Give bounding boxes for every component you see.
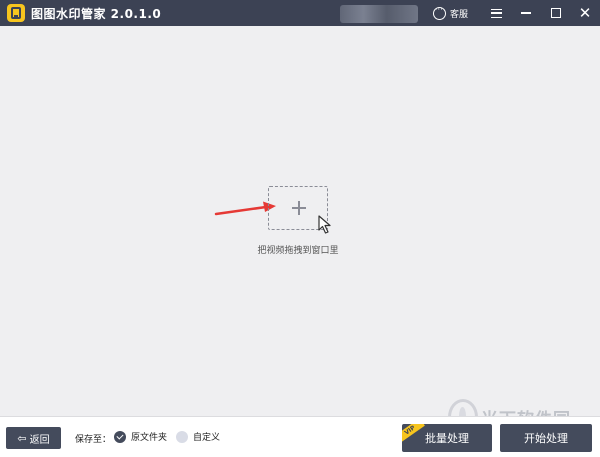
radio-original-folder-label: 原文件夹	[131, 433, 168, 443]
start-process-button[interactable]: 开始处理	[500, 424, 592, 452]
chat-bubble-icon	[433, 4, 446, 20]
menu-button[interactable]	[484, 0, 508, 26]
red-arrow-annotation	[214, 201, 276, 216]
drop-hint-text: 把视频拖拽到窗口里	[257, 246, 339, 256]
back-arrow-icon: ⇦	[17, 431, 27, 445]
maximize-icon	[551, 8, 561, 18]
plus-icon	[292, 201, 306, 215]
vip-badge: VIP	[402, 424, 425, 443]
radio-custom-folder[interactable]: 自定义	[176, 430, 220, 443]
back-button[interactable]: ⇦ 返回	[6, 427, 61, 449]
close-button[interactable]: ✕	[573, 0, 597, 26]
radio-checked-icon	[114, 430, 126, 443]
app-logo-icon	[7, 4, 25, 22]
start-process-label: 开始处理	[524, 432, 568, 445]
maximize-button[interactable]	[544, 0, 568, 26]
mouse-cursor-icon	[318, 215, 331, 234]
user-account-area[interactable]	[340, 5, 418, 23]
batch-process-label: 批量处理	[425, 432, 469, 445]
app-title: 图图水印管家 2.0.1.0	[31, 7, 162, 21]
batch-process-button[interactable]: VIP 批量处理	[402, 424, 492, 452]
minimize-button[interactable]	[514, 0, 538, 26]
hamburger-menu-icon	[490, 8, 502, 18]
close-icon: ✕	[578, 3, 592, 22]
bottom-toolbar: ⇦ 返回 保存至： 原文件夹 自定义 VIP 批量处理 开始处理	[0, 416, 600, 457]
minimize-icon	[521, 12, 531, 14]
save-to-label: 保存至：	[75, 435, 112, 445]
title-bar: 图图水印管家 2.0.1.0 客服 ✕	[0, 0, 600, 26]
customer-service-label: 客服	[450, 9, 469, 20]
radio-unchecked-icon	[176, 430, 188, 443]
back-button-label: 返回	[29, 434, 50, 446]
customer-service-button[interactable]: 客服	[433, 4, 469, 20]
radio-custom-folder-label: 自定义	[193, 433, 221, 443]
radio-original-folder[interactable]: 原文件夹	[114, 430, 167, 443]
